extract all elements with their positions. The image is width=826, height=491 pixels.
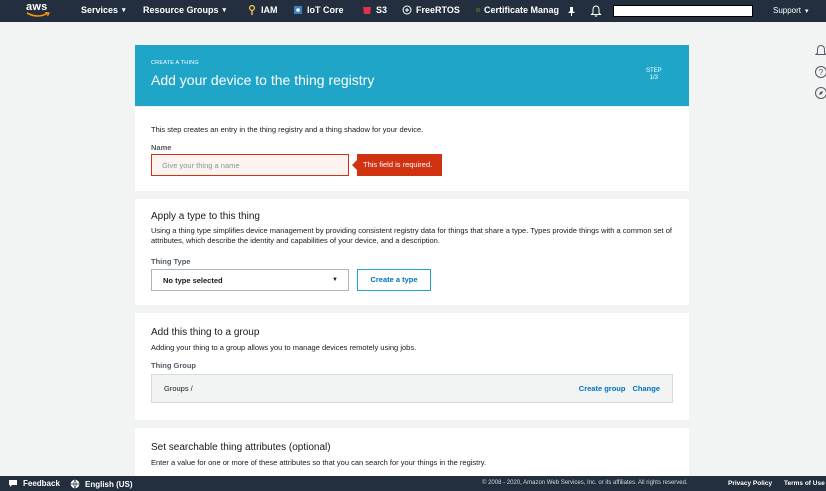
help-icon[interactable]: ? xyxy=(814,65,826,79)
shortcut-iot-core[interactable]: IoT Core xyxy=(293,5,344,15)
caret-down-icon: ▼ xyxy=(332,277,338,283)
iot-core-icon xyxy=(294,6,302,14)
resource-groups-menu[interactable]: Resource Groups ▾ xyxy=(143,5,226,15)
aws-logo[interactable]: aws xyxy=(26,1,54,21)
thing-type-label: Thing Type xyxy=(151,257,191,266)
footer-bar: Feedback English (US) © 2008 - 2020, Ama… xyxy=(0,476,826,491)
support-label: Support xyxy=(773,6,802,15)
step-value: 1/3 xyxy=(649,75,658,81)
card-eyebrow: CREATE A THING xyxy=(151,60,199,66)
attributes-description: Enter a value for one or more of these a… xyxy=(151,458,487,467)
chevron-down-icon: ▾ xyxy=(122,7,126,14)
services-label: Services xyxy=(81,5,119,15)
thing-type-select[interactable]: No type selected ▼ xyxy=(151,269,349,291)
name-error-tooltip: This field is required. xyxy=(352,154,442,176)
attributes-section: Set searchable thing attributes (optiona… xyxy=(135,420,689,476)
chevron-down-icon: ▾ xyxy=(222,7,227,14)
thing-type-title: Apply a type to this thing xyxy=(151,211,260,222)
pin-icon[interactable] xyxy=(567,6,576,16)
name-description: This step creates an entry in the thing … xyxy=(151,125,424,134)
shortcut-certificate-manager[interactable]: Certificate Manag xyxy=(476,5,559,15)
iam-icon xyxy=(248,5,256,15)
copyright-text: © 2008 - 2020, Amazon Web Services, Inc.… xyxy=(482,480,688,486)
create-thing-card: CREATE A THING Add your device to the th… xyxy=(135,45,689,476)
create-type-button[interactable]: Create a type xyxy=(357,269,431,291)
shortcut-iot-core-label: IoT Core xyxy=(307,5,344,15)
language-selector[interactable]: English (US) xyxy=(70,479,133,489)
shortcut-certificate-manager-label: Certificate Manag xyxy=(483,5,559,15)
thing-type-selected-value: No type selected xyxy=(163,276,223,285)
thing-group-section: Add this thing to a group Adding your th… xyxy=(135,305,689,420)
name-section: This step creates an entry in the thing … xyxy=(135,106,689,191)
change-group-link[interactable]: Change xyxy=(632,384,660,393)
step-indicator: STEP 1/3 xyxy=(646,68,662,82)
feedback-label: Feedback xyxy=(23,479,60,488)
terms-of-use-link[interactable]: Terms of Use xyxy=(784,480,825,487)
thing-group-path: Groups / xyxy=(164,384,193,393)
thing-name-input[interactable]: Give your thing a name xyxy=(151,154,349,176)
shortcut-iam-label: IAM xyxy=(261,5,278,15)
shortcut-freertos-label: FreeRTOS xyxy=(416,5,460,15)
aws-smile-icon xyxy=(26,12,50,17)
freertos-icon xyxy=(402,5,412,15)
thing-type-description: Using a thing type simplifies device man… xyxy=(151,226,672,245)
services-menu[interactable]: Services ▾ xyxy=(81,5,126,15)
shortcut-freertos[interactable]: FreeRTOS xyxy=(402,5,460,15)
name-label: Name xyxy=(151,143,172,152)
thing-group-description: Adding your thing to a group allows you … xyxy=(151,343,417,352)
compass-icon[interactable] xyxy=(814,86,826,100)
top-navigation-bar: aws Services ▾ Resource Groups ▾ IAM IoT… xyxy=(0,0,826,22)
feedback-link[interactable]: Feedback xyxy=(8,479,60,488)
shortcut-s3-label: S3 xyxy=(376,5,388,15)
account-field[interactable] xyxy=(613,5,753,17)
attributes-title: Set searchable thing attributes (optiona… xyxy=(151,442,331,453)
resource-groups-label: Resource Groups xyxy=(143,5,219,15)
globe-icon xyxy=(70,479,80,489)
certificate-manager-icon xyxy=(476,8,480,12)
bell-icon[interactable] xyxy=(590,4,602,18)
feedback-icon xyxy=(9,480,17,487)
svg-text:?: ? xyxy=(819,68,824,77)
support-menu[interactable]: Support ▾ xyxy=(773,6,809,15)
page-title: Add your device to the thing registry xyxy=(151,72,375,88)
language-label: English (US) xyxy=(85,479,133,489)
thing-group-field: Groups / Create group Change xyxy=(151,374,673,403)
step-label: STEP xyxy=(646,68,662,74)
s3-icon xyxy=(363,7,371,14)
notifications-rail-icon[interactable] xyxy=(814,44,826,58)
create-group-link[interactable]: Create group xyxy=(579,384,626,393)
thing-group-label: Thing Group xyxy=(151,361,196,370)
card-header: CREATE A THING Add your device to the th… xyxy=(135,45,689,106)
shortcut-s3[interactable]: S3 xyxy=(362,5,387,15)
chevron-down-icon: ▾ xyxy=(805,7,809,15)
thing-type-section: Apply a type to this thing Using a thing… xyxy=(135,191,689,305)
thing-group-title: Add this thing to a group xyxy=(151,327,260,338)
thing-group-actions: Create group Change xyxy=(579,384,660,393)
privacy-policy-link[interactable]: Privacy Policy xyxy=(728,480,772,487)
shortcut-iam[interactable]: IAM xyxy=(247,5,278,15)
